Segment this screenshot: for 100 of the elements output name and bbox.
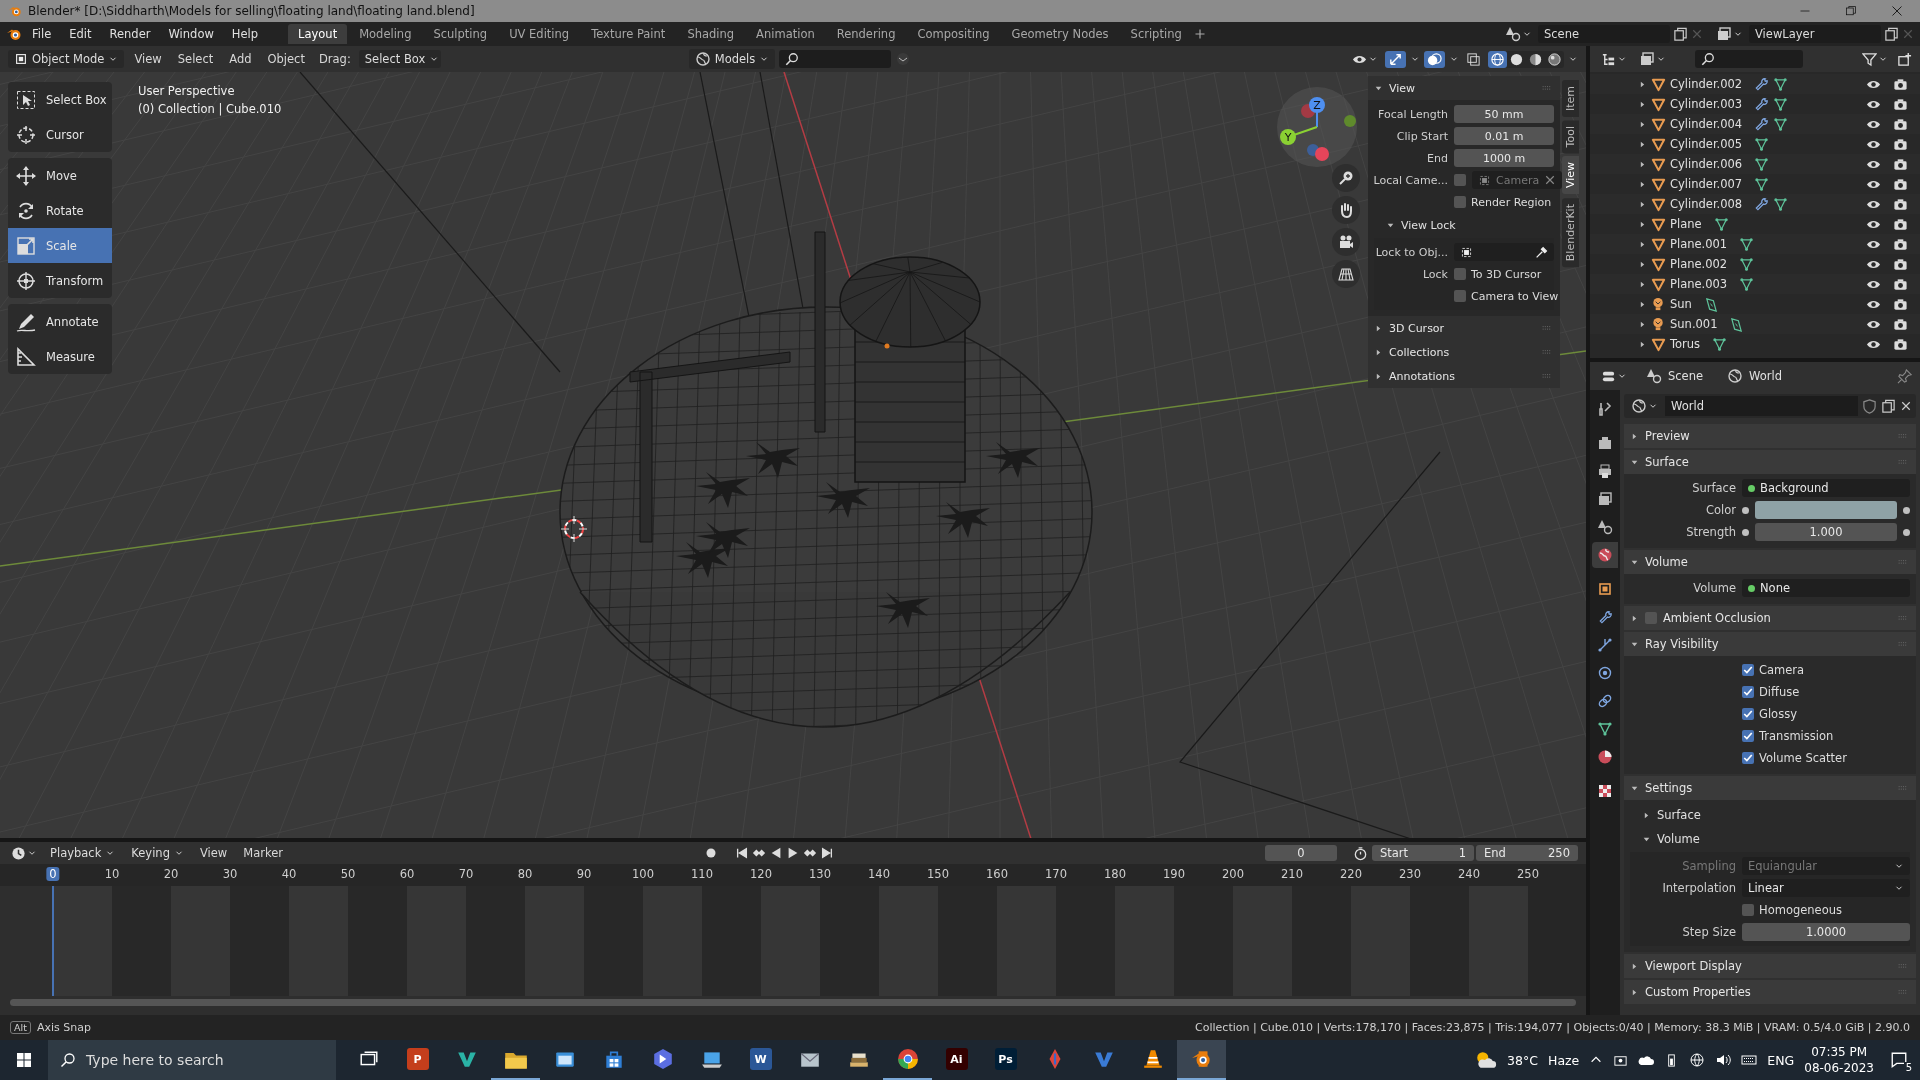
disclosure-triangle-icon[interactable] [1638, 119, 1647, 129]
frame-number[interactable]: 20 [160, 867, 182, 881]
checkbox-option[interactable]: Camera to View [1454, 289, 1559, 303]
checker-icon[interactable] [1597, 783, 1613, 799]
tool-button[interactable]: Select Box [8, 82, 112, 117]
frame-number[interactable]: 60 [396, 867, 418, 881]
number-field[interactable]: 50 mm [1454, 105, 1554, 123]
disclosure-triangle-icon[interactable] [1638, 99, 1647, 109]
panel-header[interactable]: Volume [1624, 550, 1916, 574]
frame-number[interactable]: 30 [219, 867, 241, 881]
disclosure-triangle-icon[interactable] [1630, 431, 1639, 441]
outliner-row[interactable]: Torus [1590, 334, 1920, 354]
disclosure-triangle-icon[interactable] [1638, 239, 1647, 249]
restore-icon[interactable] [1845, 5, 1857, 17]
checkbox[interactable] [1742, 752, 1754, 764]
disclosure-triangle-icon[interactable] [1374, 323, 1383, 333]
camera-icon[interactable] [1893, 96, 1908, 112]
camera-icon[interactable] [1893, 116, 1908, 132]
number-field[interactable]: 1.0000 [1742, 923, 1910, 941]
frame-number[interactable]: 110 [688, 867, 716, 881]
number-field[interactable]: 1.000 [1755, 523, 1897, 541]
disclosure-triangle-icon[interactable] [1638, 319, 1647, 329]
start-frame-field[interactable]: Start 1 [1372, 845, 1474, 861]
frame-number[interactable]: 140 [865, 867, 893, 881]
frame-number[interactable]: 130 [806, 867, 834, 881]
number-field[interactable]: 1000 m [1454, 149, 1554, 167]
tricolor-circle-icon[interactable] [896, 1048, 919, 1070]
eyedropper-icon[interactable] [1535, 245, 1548, 259]
overlay-toggle[interactable] [1424, 50, 1445, 68]
workspace-tab[interactable]: Geometry Nodes [1001, 24, 1119, 44]
object-field[interactable] [1454, 243, 1554, 261]
shading-button[interactable] [1545, 50, 1564, 68]
number-field[interactable]: 0.01 m [1454, 127, 1554, 145]
panel-header[interactable]: Viewport Display [1624, 954, 1916, 978]
checkbox[interactable] [1454, 174, 1466, 186]
camera-field[interactable]: Camera [1472, 171, 1563, 189]
checkbox[interactable] [1742, 664, 1754, 676]
workspace-tab[interactable]: Shading [677, 24, 745, 44]
add-workspace-icon[interactable] [1193, 28, 1206, 40]
header-menu[interactable]: Marker [237, 844, 289, 862]
frame-number[interactable]: 40 [278, 867, 300, 881]
tool-button[interactable]: Measure [8, 339, 112, 374]
checkbox-option[interactable]: Diffuse [1742, 685, 1910, 699]
breadcrumb-item[interactable]: Scene [1638, 366, 1712, 386]
mode-dropdown[interactable]: Object Mode [8, 50, 125, 68]
outliner-row[interactable]: Cylinder.003 [1590, 94, 1920, 114]
sidebar-tab[interactable]: BlenderKit [1562, 197, 1579, 267]
checkbox[interactable] [1742, 904, 1754, 916]
camera-icon[interactable] [1893, 296, 1908, 312]
letter-tile-icon[interactable]: Ai [945, 1048, 968, 1070]
letter-tile-icon[interactable]: Ps [994, 1048, 1017, 1070]
outliner-row[interactable]: Plane [1590, 214, 1920, 234]
disclosure-triangle-icon[interactable] [1638, 159, 1647, 169]
view-layer-field[interactable]: ViewLayer [1749, 25, 1881, 43]
disclosure-triangle-icon[interactable] [1638, 139, 1647, 149]
camera-icon[interactable] [1893, 76, 1908, 92]
checkbox[interactable] [1645, 612, 1657, 624]
header-menu[interactable]: Add [223, 50, 258, 68]
header-menu[interactable]: Object [261, 50, 311, 68]
workspace-tab[interactable]: Animation [746, 24, 825, 44]
breadcrumb-item[interactable]: World [1719, 366, 1791, 386]
camera-icon[interactable] [1893, 196, 1908, 212]
shaded-sphere-icon[interactable] [1597, 749, 1613, 765]
duplicate-icon[interactable] [1884, 26, 1899, 42]
movie-camera-icon[interactable] [1338, 234, 1354, 250]
camera-icon[interactable] [1893, 316, 1908, 332]
particles-icon[interactable] [1597, 637, 1613, 653]
frame-number[interactable]: 200 [1219, 867, 1247, 881]
new-collection-icon[interactable] [1897, 51, 1912, 67]
menu-item[interactable]: Render [101, 25, 159, 43]
chain-link-icon[interactable] [1597, 693, 1613, 709]
keyboard-icon[interactable] [1741, 1052, 1758, 1068]
frame-number[interactable]: 220 [1337, 867, 1365, 881]
disclosure-triangle-icon[interactable] [1630, 613, 1639, 623]
globe-icon[interactable] [1597, 547, 1613, 563]
search-field[interactable] [779, 50, 892, 68]
gizmo-toggle[interactable] [1385, 50, 1406, 68]
subpanel-header[interactable]: View Lock [1374, 214, 1554, 236]
checkbox[interactable] [1742, 686, 1754, 698]
frame-number[interactable]: 240 [1455, 867, 1483, 881]
taskbar-search-field[interactable]: Type here to search [48, 1040, 336, 1080]
outliner-row[interactable]: Cylinder.005 [1590, 134, 1920, 154]
letter-tile-icon[interactable]: W [749, 1048, 772, 1070]
pin-icon[interactable] [1897, 368, 1912, 384]
frame-number[interactable]: 0 [46, 867, 60, 881]
subpanel-header[interactable]: Volume [1630, 828, 1910, 850]
horizontal-scrollbar[interactable] [10, 999, 1576, 1006]
outliner-row[interactable]: Sun [1590, 294, 1920, 314]
disclosure-triangle-icon[interactable] [1638, 179, 1647, 189]
frame-number[interactable]: 170 [1042, 867, 1070, 881]
dropdown-icon[interactable] [895, 51, 912, 67]
tool-button[interactable]: Annotate [8, 304, 112, 339]
tool-button[interactable]: Cursor [8, 117, 112, 152]
tool-button[interactable]: Transform [8, 263, 112, 298]
stacked-images-icon[interactable] [1597, 491, 1613, 507]
panel-header[interactable]: Preview [1624, 424, 1916, 448]
shading-button[interactable] [1488, 50, 1507, 68]
disclosure-triangle-icon[interactable] [1638, 299, 1647, 309]
search-field[interactable] [1695, 50, 1803, 68]
frame-number[interactable]: 180 [1101, 867, 1129, 881]
